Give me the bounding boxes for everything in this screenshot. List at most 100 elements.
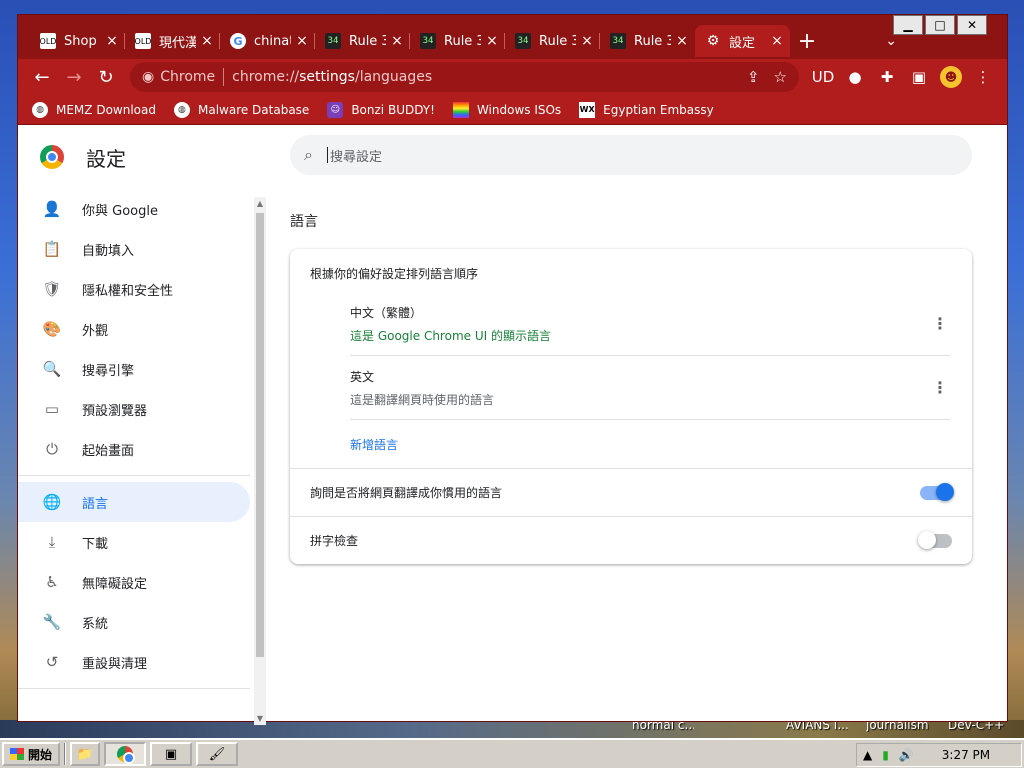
nav-divider — [18, 475, 250, 476]
forward-button[interactable]: → — [58, 61, 90, 93]
site-info-icon[interactable]: ◉ — [142, 69, 154, 85]
spell-check-label: 拼字檢查 — [310, 534, 359, 548]
tab-close-icon[interactable]: × — [105, 33, 119, 49]
power-icon: ⏻ — [46, 440, 58, 458]
search-icon: 🔍 — [42, 360, 62, 378]
tab-title: Rule 3 — [444, 33, 481, 49]
spell-check-toggle[interactable] — [918, 530, 952, 549]
network-icon[interactable]: ▮ — [882, 748, 889, 762]
tab-search-button[interactable]: ⌄ — [885, 33, 897, 49]
tab-close-icon[interactable]: × — [295, 33, 309, 49]
language-description: 這是翻譯網頁時使用的語言 — [350, 392, 495, 407]
bookmark-item[interactable]: ◍ Malware Database — [173, 101, 309, 118]
tab[interactable]: 34 Rule 3 × — [600, 25, 695, 57]
tab[interactable]: 34 Rule 3 × — [505, 25, 600, 57]
bookmark-item[interactable]: WX Egyptian Embassy — [579, 101, 714, 118]
close-window-button[interactable]: ✕ — [957, 15, 987, 35]
bookmark-star-icon[interactable]: ☆ — [774, 68, 787, 86]
tab-close-icon[interactable]: × — [485, 33, 499, 49]
sidebar-item[interactable]: 🌐 語言 — [18, 482, 250, 522]
chrome-menu-button[interactable]: ⋮ — [967, 68, 999, 86]
more-actions-icon[interactable]: ⋮ — [930, 378, 950, 397]
extensions-puzzle-icon[interactable]: ✚ — [871, 68, 903, 86]
app-taskbar-button[interactable]: 🖌 — [196, 742, 239, 766]
back-button[interactable]: ← — [26, 61, 58, 93]
offer-translate-row[interactable]: 詢問是否將網頁翻譯成你慣用的語言 — [290, 468, 972, 516]
sidebar-item[interactable]: 🛡 隱私權和安全性 — [18, 269, 250, 309]
scroll-down-arrow-icon[interactable]: ▼ — [254, 714, 266, 723]
sidebar-item-label: 重設與清理 — [82, 656, 148, 672]
tab[interactable]: OLD Shop × — [30, 25, 125, 57]
scrollbar-thumb[interactable] — [256, 213, 264, 657]
tab-favicon-icon: ⚙ — [706, 33, 720, 49]
sidebar-item[interactable]: ♿ 無障礙設定 — [18, 562, 250, 602]
tab[interactable]: ⚙ 設定 × — [695, 25, 790, 57]
sidebar-item-label: 系統 — [82, 616, 109, 632]
bookmark-item[interactable]: ☺ Bonzi BUDDY! — [327, 101, 435, 118]
tab-close-icon[interactable]: × — [200, 33, 214, 49]
tab-favicon-icon: 34 — [610, 33, 626, 49]
add-language-link[interactable]: 新增語言 — [350, 420, 972, 468]
tab-favicon-icon: 34 — [515, 33, 531, 49]
shield-icon: 🛡 — [42, 280, 62, 298]
tab-close-icon[interactable]: × — [770, 33, 784, 49]
sidebar-item-label: 隱私權和安全性 — [82, 283, 174, 299]
tab-favicon-icon: 34 — [420, 33, 436, 49]
bookmark-item[interactable]: Windows ISOs — [452, 101, 561, 118]
tab-close-icon[interactable]: × — [580, 33, 594, 49]
sidebar-item[interactable]: 🔍 搜尋引擎 — [18, 349, 250, 389]
tab-close-icon[interactable]: × — [390, 33, 404, 49]
toolbar: ← → ↻ ◉ Chrome chrome://settings/languag… — [18, 59, 1007, 95]
search-settings-field[interactable]: ⌕ 搜尋設定 — [290, 135, 972, 175]
sidebar-item[interactable]: 🎨 外觀 — [18, 309, 250, 349]
sidebar-item[interactable]: ⤓ 下載 — [18, 522, 250, 562]
tab-favicon-icon: G — [230, 33, 246, 49]
sidebar-item[interactable]: 🔧 系統 — [18, 602, 250, 642]
flag-extension-icon[interactable]: ● — [839, 68, 871, 86]
address-bar[interactable]: ◉ Chrome chrome://settings/languages ⇪ ☆ — [130, 62, 799, 92]
bookmark-item[interactable]: ◍ MEMZ Download — [32, 101, 156, 118]
url-text[interactable]: chrome://settings/languages — [232, 69, 432, 85]
tab-title: 設定 — [729, 35, 756, 51]
window-taskbar-button[interactable]: ▣ — [150, 742, 193, 766]
tab-close-icon[interactable]: × — [675, 33, 689, 49]
settings-header: 設定 — [18, 125, 258, 189]
minimize-button[interactable]: ▁ — [893, 15, 923, 35]
share-icon[interactable]: ⇪ — [747, 68, 760, 86]
scroll-up-arrow-icon[interactable]: ▲ — [254, 199, 266, 208]
sidebar-item[interactable]: 📋 自動填入 — [18, 229, 250, 269]
maximize-button[interactable]: □ — [925, 15, 955, 35]
sidebar-item[interactable]: 👤 你與 Google — [18, 189, 250, 229]
explorer-quicklaunch-icon[interactable]: 📁 — [70, 742, 101, 766]
sidebar-scrollbar[interactable]: ▲ ▼ — [254, 197, 266, 725]
more-actions-icon[interactable]: ⋮ — [930, 314, 950, 333]
volume-icon[interactable]: 🔊 — [899, 748, 914, 762]
new-tab-button[interactable]: + — [790, 25, 824, 57]
globe-icon: ◍ — [32, 101, 48, 118]
tab[interactable]: Gchinat × — [220, 25, 315, 57]
start-button[interactable]: 開始 — [2, 742, 61, 766]
restore-icon: ↺ — [45, 653, 59, 671]
ublock-extension-icon[interactable]: UD — [807, 68, 839, 86]
tab[interactable]: OLD 現代漢 × — [125, 25, 220, 57]
settings-nav: 👤 你與 Google 📋 自動填入 🛡 隱私權和安全性 🎨 外觀 🔍 搜尋引擎 ▭ 預設瀏覽器 ⏻ 起始… — [18, 189, 250, 695]
side-panel-icon[interactable]: ▣ — [903, 68, 935, 86]
clock[interactable]: 3:27 PM — [942, 748, 990, 762]
offer-translate-toggle[interactable] — [920, 482, 954, 501]
spell-check-row[interactable]: 拼字檢查 — [290, 516, 972, 564]
person-icon: 👤 — [42, 200, 62, 218]
sidebar-item[interactable]: ↺ 重設與清理 — [18, 642, 250, 682]
language-row: 中文（繁體） 這是 Google Chrome UI 的顯示語言 ⋮ — [350, 292, 950, 356]
reload-button[interactable]: ↻ — [90, 61, 122, 93]
profile-avatar-button[interactable]: ☻ — [935, 66, 967, 88]
chrome-taskbar-button[interactable] — [104, 742, 147, 766]
tray-expand-icon[interactable]: ▲ — [863, 748, 872, 762]
chrome-icon — [117, 746, 136, 764]
tab[interactable]: 34 Rule 3 × — [410, 25, 505, 57]
language-name: 英文 — [350, 369, 375, 384]
sidebar-item[interactable]: ⏻ 起始畫面 — [18, 429, 250, 469]
sidebar-item[interactable]: ▭ 預設瀏覽器 — [18, 389, 250, 429]
sidebar-item-label: 下載 — [82, 536, 109, 552]
tab-favicon-icon: OLD — [40, 33, 56, 49]
tab[interactable]: 34 Rule 3 × — [315, 25, 410, 57]
